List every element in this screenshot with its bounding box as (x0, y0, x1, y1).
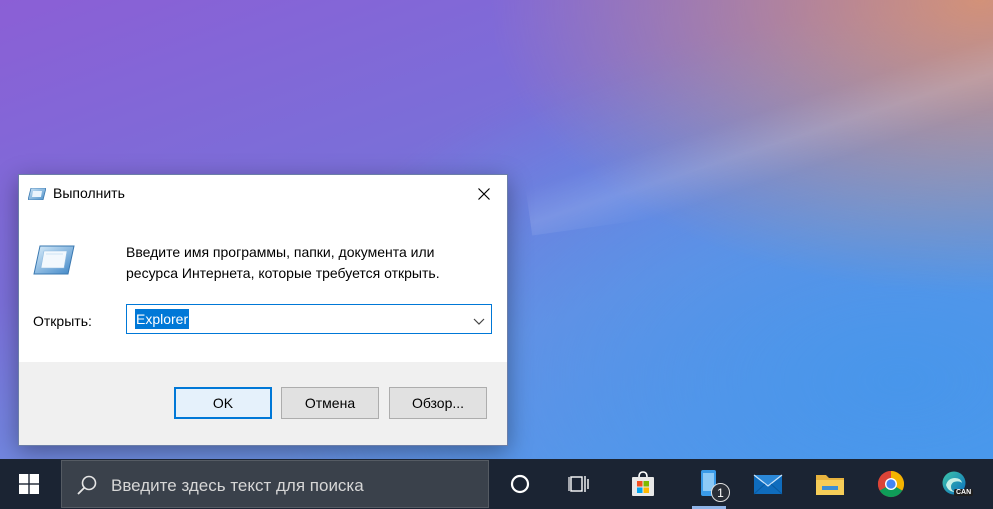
chrome-button[interactable] (868, 459, 914, 509)
browse-button[interactable]: Обзор... (389, 387, 487, 419)
store-button[interactable] (620, 459, 666, 509)
run-dialog: Выполнить Введите имя программы, папки, … (18, 174, 508, 446)
edge-canary-button[interactable]: CAN (931, 459, 977, 509)
search-icon (76, 474, 98, 496)
ok-button[interactable]: OK (174, 387, 272, 419)
windows-logo-icon (19, 474, 39, 494)
open-combobox[interactable]: Explorer (126, 304, 492, 334)
dialog-body: Введите имя программы, папки, документа … (19, 212, 507, 362)
mail-button[interactable] (745, 459, 791, 509)
taskbar: Введите здесь текст для поиска 1 CAN (0, 459, 993, 509)
start-button[interactable] (0, 459, 58, 509)
file-explorer-button[interactable] (807, 459, 853, 509)
dialog-title: Выполнить (53, 185, 125, 201)
chrome-icon (877, 470, 905, 498)
close-button[interactable] (461, 175, 507, 212)
search-placeholder: Введите здесь текст для поиска (111, 476, 364, 495)
task-view-button[interactable] (556, 459, 602, 509)
taskbar-search[interactable]: Введите здесь текст для поиска (61, 460, 489, 508)
run-app-icon (27, 187, 47, 201)
phone-app-button[interactable]: 1 (686, 459, 732, 509)
notification-badge: 1 (711, 483, 730, 502)
circle-icon (510, 474, 530, 494)
cancel-button[interactable]: Отмена (281, 387, 379, 419)
task-view-icon (568, 476, 589, 492)
dialog-footer: OK Отмена Обзор... (19, 362, 507, 445)
store-icon (632, 471, 654, 496)
canary-badge: CAN (954, 489, 974, 496)
chevron-down-icon[interactable] (473, 314, 485, 325)
run-large-icon (33, 245, 75, 275)
mail-icon (753, 474, 783, 495)
dialog-description: Введите имя программы, папки, документа … (126, 244, 440, 281)
open-label: Открыть: (33, 313, 92, 329)
dialog-titlebar[interactable]: Выполнить (19, 175, 507, 212)
wallpaper-highlight (512, 24, 993, 236)
close-icon (478, 187, 490, 200)
folder-icon (816, 475, 844, 495)
cortana-button[interactable] (497, 459, 543, 509)
open-input-value[interactable]: Explorer (135, 309, 190, 329)
